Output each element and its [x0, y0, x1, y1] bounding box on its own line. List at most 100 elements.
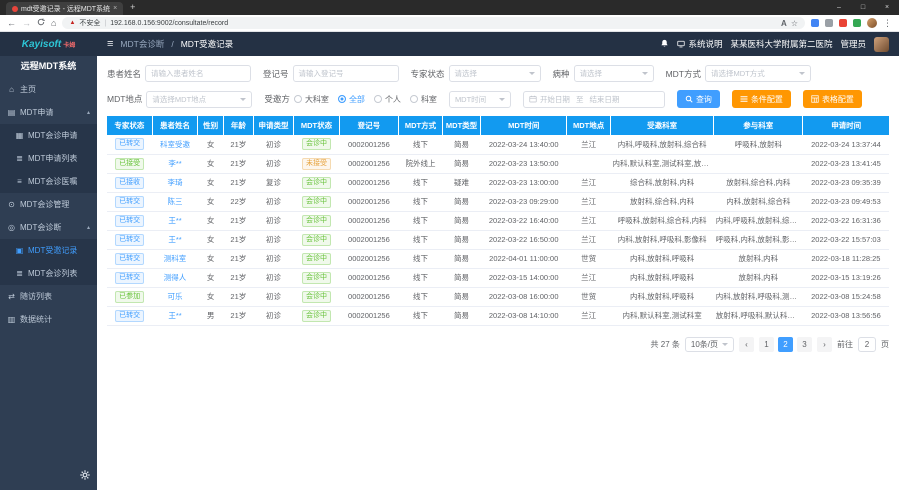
sidebar-item-1[interactable]: ▤MDT申请▴	[0, 101, 97, 124]
system-help-link[interactable]: 系统说明	[677, 38, 722, 50]
patient-name-input[interactable]: 请输入患者姓名	[145, 65, 251, 82]
browser-profile-avatar[interactable]	[867, 18, 877, 28]
user-avatar[interactable]	[874, 37, 889, 52]
translate-icon[interactable]: A	[781, 19, 787, 28]
patient-name-link[interactable]: 王**	[168, 311, 181, 320]
forward-icon[interactable]: →	[22, 15, 31, 32]
mdt-status-badge: 会诊中	[302, 196, 331, 208]
invitee-radio-2[interactable]: 个人	[374, 94, 401, 105]
window-minimize-button[interactable]: –	[827, 0, 851, 15]
patient-name-link[interactable]: 测得人	[164, 273, 187, 282]
order-icon: ≡	[15, 177, 24, 186]
join-depts-text: 内科,放射科,综合科	[726, 197, 790, 206]
sidebar-item-2[interactable]: ▦MDT会诊申请	[0, 124, 97, 147]
age-text: 21岁	[230, 254, 246, 263]
date-range-picker[interactable]: 开始日期 至 结束日期	[523, 91, 665, 108]
invitee-radio-0[interactable]: 大科室	[294, 94, 329, 105]
back-icon[interactable]: ←	[7, 15, 16, 32]
home-icon[interactable]: ⌂	[51, 15, 56, 32]
mdt-time-select[interactable]: MDT时间	[449, 91, 511, 108]
goto-page-input[interactable]: 2	[858, 337, 876, 352]
search-button[interactable]: 查询	[677, 90, 720, 108]
page-content: 患者姓名 请输入患者姓名 登记号 请输入登记号 专家状态 请选择 病种 请选择 …	[97, 56, 899, 490]
extension-icon-4[interactable]	[853, 19, 861, 27]
next-page-button[interactable]: ›	[817, 337, 832, 352]
table-cell: 复诊	[253, 173, 294, 192]
window-close-button[interactable]: ×	[875, 0, 899, 15]
apply-time-text: 2022-03-18 11:28:25	[811, 254, 880, 263]
table-cell: 已转交	[107, 306, 152, 325]
expert-status-select[interactable]: 请选择	[449, 65, 541, 82]
invitee-radio-1[interactable]: 全部	[338, 94, 365, 105]
patient-name-link[interactable]: 李**	[168, 159, 181, 168]
register-no-input[interactable]: 请输入登记号	[293, 65, 399, 82]
mdt-time-text: 2022-03-23 13:00:00	[489, 178, 559, 187]
mdt-place-label: MDT地点	[107, 93, 142, 105]
sidebar-item-6[interactable]: ◎MDT会诊断▴	[0, 216, 97, 239]
extension-icon-2[interactable]	[825, 19, 833, 27]
patient-name-link[interactable]: 科室受邀	[160, 140, 190, 149]
table-cell: 线下	[399, 173, 443, 192]
table-cell: 线下	[399, 135, 443, 154]
page-button-3[interactable]: 3	[797, 337, 812, 352]
table-cell: 王**	[152, 211, 197, 230]
notification-bell-icon[interactable]	[660, 39, 669, 50]
sidebar-item-0[interactable]: ⌂主页	[0, 78, 97, 101]
browser-menu-icon[interactable]: ⋮	[883, 15, 892, 32]
extension-icon-1[interactable]	[811, 19, 819, 27]
table-grid-icon	[811, 95, 819, 103]
sidebar-item-3[interactable]: ≣MDT申请列表	[0, 147, 97, 170]
page-button-2[interactable]: 2	[778, 337, 793, 352]
prev-page-button[interactable]: ‹	[739, 337, 754, 352]
sidebar-item-7[interactable]: ▣MDT受邀记录	[0, 239, 97, 262]
mdt-mode-text: 线下	[413, 273, 428, 282]
patient-name-link[interactable]: 测科室	[164, 254, 187, 263]
refresh-icon[interactable]	[37, 15, 45, 32]
window-maximize-button[interactable]: □	[851, 0, 875, 15]
patient-name-link[interactable]: 李琦	[168, 178, 183, 187]
address-bar[interactable]: ▲ 不安全 | 192.168.0.156:9002/consultate/re…	[62, 17, 805, 29]
table-config-button[interactable]: 表格配置	[803, 90, 862, 108]
collapse-menu-icon[interactable]: ≡	[107, 38, 113, 50]
sidebar-item-9[interactable]: ⇄随访列表	[0, 285, 97, 308]
mdt-place-select[interactable]: 请选择MDT地点	[146, 91, 252, 108]
sidebar-item-4[interactable]: ≡MDT会诊医嘱	[0, 170, 97, 193]
register-no-text: 0002001256	[348, 311, 390, 320]
register-no-text: 0002001256	[348, 235, 390, 244]
patient-name-link[interactable]: 王**	[168, 235, 181, 244]
join-depts-text: 呼吸科,放射科	[735, 140, 782, 149]
table-cell: 21岁	[223, 287, 253, 306]
settings-gear-icon[interactable]	[80, 467, 90, 485]
monitor-icon	[677, 40, 685, 48]
table-cell	[567, 154, 611, 173]
radio-circle-icon	[410, 95, 418, 103]
patient-name-link[interactable]: 陈三	[168, 197, 183, 206]
bookmark-star-icon[interactable]: ☆	[791, 19, 798, 28]
sidebar-item-8[interactable]: ≣MDT会诊列表	[0, 262, 97, 285]
manage-icon: ⊙	[7, 200, 16, 209]
sidebar-item-10[interactable]: ▥数据统计	[0, 308, 97, 331]
goto-suffix: 页	[881, 339, 889, 350]
expert-status-tag: 已转交	[115, 310, 144, 322]
chevron-down-icon	[722, 343, 728, 346]
table-cell: 内科,默认科室,测试科室	[611, 306, 714, 325]
patient-name-link[interactable]: 可乐	[168, 292, 183, 301]
mdt-mode-select[interactable]: 请选择MDT方式	[705, 65, 811, 82]
invited-depts-text: 呼吸科,放射科,综合科,内科	[618, 216, 707, 225]
page-button-1[interactable]: 1	[759, 337, 774, 352]
gender-text: 女	[207, 159, 215, 168]
browser-tab[interactable]: mdt受邀记录 - 远程MDT系统 ×	[6, 2, 123, 15]
tab-close-icon[interactable]: ×	[113, 5, 117, 12]
new-tab-button[interactable]: +	[130, 0, 135, 15]
invitee-radio-3[interactable]: 科室	[410, 94, 437, 105]
table-row: 已参加可乐女21岁初诊会诊中0002001256线下简易2022-03-08 1…	[107, 287, 889, 306]
table-cell: 院外线上	[399, 154, 443, 173]
extension-icon-3[interactable]	[839, 19, 847, 27]
page-size-select[interactable]: 10条/页	[685, 337, 734, 352]
disease-select[interactable]: 请选择	[574, 65, 654, 82]
apply-type-text: 复诊	[266, 178, 281, 187]
patient-name-link[interactable]: 王**	[168, 216, 181, 225]
condition-config-button[interactable]: 条件配置	[732, 90, 791, 108]
table-cell: 会诊中	[294, 268, 339, 287]
sidebar-item-5[interactable]: ⊙MDT会诊管理	[0, 193, 97, 216]
